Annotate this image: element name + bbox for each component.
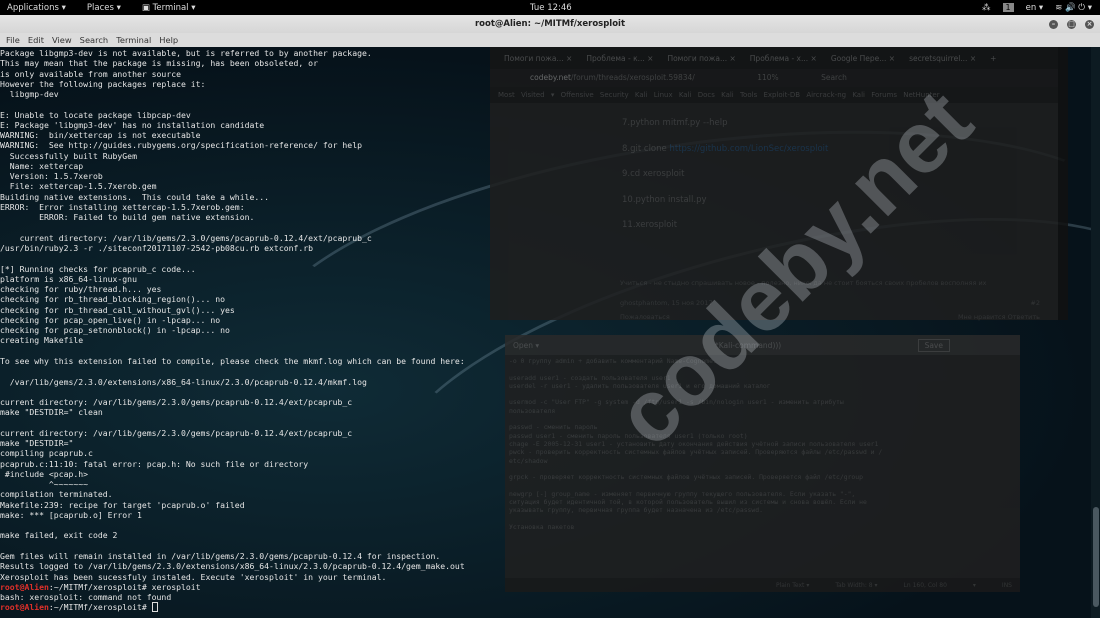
language-selector[interactable]: en ▾: [1026, 3, 1044, 13]
menu-terminal[interactable]: Terminal: [116, 35, 151, 45]
terminal-line: creating Makefile: [0, 335, 84, 346]
terminal-output: Package libgmp3-dev is not available, bu…: [0, 48, 1090, 613]
terminal-line: Name: xettercap: [0, 160, 84, 171]
terminal-line: /usr/bin/ruby2.3 -r ./siteconf20171107-2…: [0, 243, 314, 254]
terminal-line: checking for rb_thread_call_without_gvl(…: [0, 304, 235, 315]
terminal-line: E: Unable to locate package libpcap-dev: [0, 109, 191, 120]
clock[interactable]: Tue 12:46: [530, 3, 572, 13]
terminal-line: checking for ruby/thread.h... yes: [0, 284, 162, 295]
prompt-line: root@Alien:~/MITMf/xerosploit#: [0, 602, 1090, 613]
terminal-line: compiling pcaprub.c: [0, 448, 93, 459]
terminal-line: /var/lib/gems/2.3.0/extensions/x86_64-li…: [0, 376, 367, 387]
menu-view[interactable]: View: [52, 35, 72, 45]
menu-help[interactable]: Help: [159, 35, 178, 45]
terminal-line: checking for pcap_open_live() in -lpcap.…: [0, 314, 221, 325]
terminal-line: current directory: /var/lib/gems/2.3.0/g…: [0, 397, 353, 408]
terminal-line: ERROR: Failed to build gem native extens…: [0, 212, 255, 223]
terminal-line: compilation terminated.: [0, 489, 113, 500]
terminal-app-menu[interactable]: ▣ Terminal ▾: [142, 3, 196, 13]
minimize-icon[interactable]: –: [1049, 19, 1058, 29]
terminal-line: make "DESTDIR=": [0, 438, 74, 449]
terminal-line: File: xettercap-1.5.7xerob.gem: [0, 181, 157, 192]
terminal-line: Successfully built RubyGem: [0, 150, 137, 161]
terminal-line: checking for pcap_setnonblock() in -lpca…: [0, 325, 230, 336]
network-tray-icon[interactable]: ⁂: [982, 3, 991, 13]
terminal-line: pcaprub.c:11:10: fatal error: pcap.h: No…: [0, 458, 309, 469]
terminal-line: Gem files will remain installed in /var/…: [0, 551, 441, 562]
applications-menu[interactable]: Applications ▾: [7, 3, 66, 13]
terminal-line: libgmp-dev: [0, 89, 59, 100]
terminal-line: WARNING: See http://guides.rubygems.org/…: [0, 140, 362, 151]
places-menu[interactable]: Places ▾: [87, 3, 121, 13]
terminal-line: current directory: /var/lib/gems/2.3.0/g…: [0, 427, 353, 438]
terminal-line: WARNING: bin/xettercap is not executable: [0, 130, 201, 141]
menu-search[interactable]: Search: [80, 35, 109, 45]
terminal-line: is only available from another source: [0, 68, 181, 79]
terminal-line: bash: xerosploit: command not found: [0, 592, 172, 603]
terminal-line: E: Package 'libgmp3-dev' has no installa…: [0, 119, 265, 130]
terminal-line: Makefile:239: recipe for target 'pcaprub…: [0, 499, 245, 510]
text-cursor[interactable]: [151, 602, 158, 613]
terminal-line: ERROR: Error installing xettercap-1.5.7x…: [0, 201, 245, 212]
terminal-line: To see why this extension failed to comp…: [0, 355, 465, 366]
terminal-line: make failed, exit code 2: [0, 530, 118, 541]
system-status-icons[interactable]: ≋ 🔊 ⏻ ▾: [1055, 3, 1092, 13]
menu-file[interactable]: File: [6, 35, 20, 45]
typed-command: xerosploit: [151, 581, 201, 592]
terminal-line: [*] Running checks for pcaprub_c code...: [0, 263, 196, 274]
terminal-line: However the following packages replace i…: [0, 78, 206, 89]
prompt-path: :~/MITMf/xerosploit#: [48, 602, 152, 613]
top-panel: Applications ▾ Places ▾ ▣ Terminal ▾ Tue…: [0, 0, 1100, 15]
menu-bar: File Edit View Search Terminal Help: [0, 33, 1100, 47]
terminal-line: Package libgmp3-dev is not available, bu…: [0, 48, 372, 58]
workspace-indicator[interactable]: 1: [1002, 3, 1014, 12]
terminal-line: make: *** [pcaprub.o] Error 1: [0, 509, 142, 520]
terminal-app-label: Terminal ▾: [152, 2, 196, 13]
maximize-icon[interactable]: □: [1067, 19, 1076, 29]
menu-edit[interactable]: Edit: [28, 35, 44, 45]
prompt-user: root@Alien: [0, 602, 49, 613]
terminal-line: ^~~~~~~~: [0, 479, 89, 490]
terminal-body[interactable]: Помоги пожа... × Проблема - к... × Помог…: [0, 47, 1100, 618]
terminal-line: checking for rb_thread_blocking_region()…: [0, 294, 226, 305]
terminal-line: Version: 1.5.7xerob: [0, 171, 103, 182]
terminal-line: Results logged to /var/lib/gems/2.3.0/ex…: [0, 561, 465, 572]
prompt-user: root@Alien: [0, 581, 49, 592]
terminal-line: Xerosploit has been sucessfuly instaled.…: [0, 571, 387, 582]
close-icon[interactable]: ×: [1085, 19, 1094, 29]
terminal-line: current directory: /var/lib/gems/2.3.0/g…: [0, 232, 372, 243]
terminal-scrollbar[interactable]: [1091, 47, 1100, 618]
prompt-path: :~/MITMf/xerosploit#: [48, 581, 152, 592]
window-titlebar[interactable]: root@Alien: ~/MITMf/xerosploit – □ ×: [0, 15, 1100, 33]
terminal-line: Building native extensions. This could t…: [0, 191, 270, 202]
terminal-line: This may mean that the package is missin…: [0, 58, 318, 69]
prompt-line: root@Alien:~/MITMf/xerosploit# xerosploi…: [0, 582, 1090, 592]
terminal-line: make "DESTDIR=" clean: [0, 407, 103, 418]
scrollbar-thumb[interactable]: [1093, 507, 1099, 607]
terminal-line: platform is x86_64-linux-gnu: [0, 273, 137, 284]
terminal-icon: ▣: [141, 2, 153, 13]
window-title: root@Alien: ~/MITMf/xerosploit: [474, 19, 626, 29]
terminal-line: #include <pcap.h>: [0, 468, 89, 479]
